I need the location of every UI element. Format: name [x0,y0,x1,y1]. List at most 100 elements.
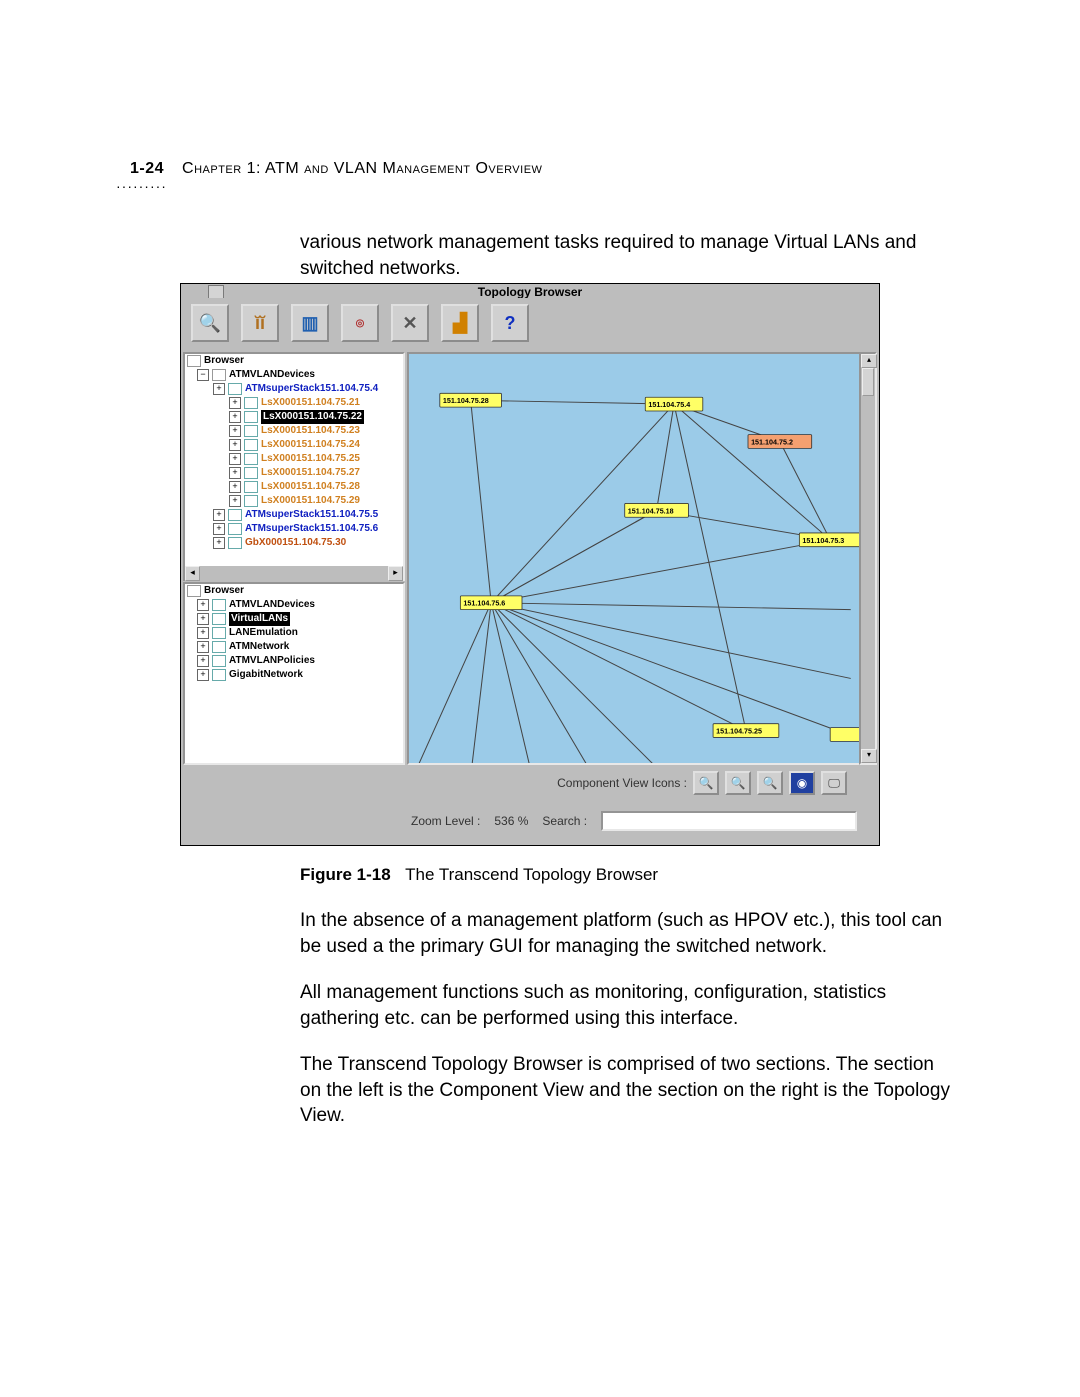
expand-icon[interactable]: + [229,425,241,437]
map-v-scrollbar[interactable]: ▴ ▾ [859,352,877,765]
folder-icon [212,599,226,611]
monitor-button[interactable]: 🖵 [821,771,847,795]
device-icon [228,383,242,395]
tree-item[interactable]: +ATMsuperStack151.104.75.6 [185,522,403,536]
tree-group[interactable]: −ATMVLANDevices [185,368,403,382]
tree-item[interactable]: +LsX000151.104.75.23 [185,424,403,438]
expand-icon[interactable]: + [229,481,241,493]
tree-item[interactable]: +ATMsuperStack151.104.75.4 [185,382,403,396]
tree-item[interactable]: +GigabitNetwork [185,668,403,682]
window-title: Topology Browser [181,284,879,299]
intro-paragraph: various network management tasks require… [300,230,960,281]
tree-item[interactable]: +ATMNetwork [185,640,403,654]
collapse-icon[interactable]: − [197,369,209,381]
expand-icon[interactable]: + [197,613,209,625]
expand-icon[interactable]: + [229,453,241,465]
tree-root[interactable]: Browser [185,584,403,598]
tree-item[interactable]: +ATMsuperStack151.104.75.5 [185,508,403,522]
tree-item[interactable]: +GbX000151.104.75.30 [185,536,403,550]
zoom-search-row: Zoom Level : 536 % Search : [411,811,857,831]
disc-icon: ◎ [356,318,365,329]
expand-icon[interactable]: + [213,509,225,521]
stats-button[interactable]: ▥ [291,304,329,342]
tree-item[interactable]: +LsX000151.104.75.25 [185,452,403,466]
scroll-thumb[interactable] [862,368,874,396]
topology-map[interactable]: 151.104.75.28151.104.75.4151.104.75.2151… [407,352,863,765]
svg-text:151.104.75.18: 151.104.75.18 [628,508,674,515]
zoom-in-button[interactable]: 🔍 [693,771,719,795]
tree-item[interactable]: +VirtualLANs [185,612,403,626]
zoom-value: 536 % [494,814,528,828]
tree-item[interactable]: +LsX000151.104.75.24 [185,438,403,452]
tree-item[interactable]: +ATMVLANDevices [185,598,403,612]
expand-icon[interactable]: + [229,411,241,423]
tree-item[interactable]: +LsX000151.104.75.27 [185,466,403,480]
topology-view-panel: 151.104.75.28151.104.75.4151.104.75.2151… [407,352,877,765]
tree-item[interactable]: +LsX000151.104.75.29 [185,494,403,508]
expand-icon[interactable]: + [197,641,209,653]
device-icon [244,411,258,423]
globe-icon: ◉ [797,776,807,790]
tree-item[interactable]: +ATMVLANPolicies [185,654,403,668]
delete-button[interactable]: ✕ [391,304,429,342]
magnifier-minus-icon: 🔍 [731,776,746,790]
expand-icon[interactable]: + [197,627,209,639]
tree-item[interactable]: +LANEmulation [185,626,403,640]
folder-icon [212,655,226,667]
search-input[interactable] [601,811,857,831]
expand-icon[interactable]: + [213,523,225,535]
device-tree[interactable]: Browser−ATMVLANDevices+ATMsuperStack151.… [183,352,405,570]
expand-icon[interactable]: + [213,383,225,395]
category-tree[interactable]: Browser+ATMVLANDevices+VirtualLANs+LANEm… [183,582,405,765]
folder-icon [212,627,226,639]
device-icon [244,467,258,479]
device-icon [228,509,242,521]
page-header: 1-24 Chapter 1: ATM and VLAN Management … [130,160,960,178]
find-button[interactable]: ĭĭ [241,304,279,342]
search-label: Search : [542,814,587,828]
expand-icon[interactable]: + [197,655,209,667]
window-close-button[interactable] [208,285,224,299]
scroll-up-icon[interactable]: ▴ [861,354,877,368]
tree-h-scrollbar[interactable]: ◂ ▸ [183,566,405,581]
svg-text:151.104.75.4: 151.104.75.4 [648,402,690,409]
expand-icon[interactable]: + [197,669,209,681]
monitor-icon: 🖵 [828,776,840,791]
scroll-down-icon[interactable]: ▾ [861,749,877,763]
zoom-fit-button[interactable]: 🔍 [757,771,783,795]
tree-item[interactable]: +LsX000151.104.75.28 [185,480,403,494]
zoom-label: Zoom Level : [411,814,480,828]
delete-icon: ✕ [402,313,417,334]
device-icon [244,453,258,465]
magnifier-fit-icon: 🔍 [763,776,778,790]
lan-icon: ▟ [453,313,467,334]
figure-label: Figure 1-18 [300,865,391,884]
expand-icon[interactable]: + [229,467,241,479]
expand-icon[interactable]: + [229,397,241,409]
scroll-right-icon[interactable]: ▸ [388,566,403,581]
expand-icon[interactable]: + [229,439,241,451]
scroll-left-icon[interactable]: ◂ [185,566,200,581]
lan-button[interactable]: ▟ [441,304,479,342]
expand-icon[interactable]: + [197,599,209,611]
header-dots-icon: ········· [116,178,167,194]
tree-item[interactable]: +LsX000151.104.75.22 [185,410,403,424]
discover-button[interactable]: ◎ [341,304,379,342]
help-button[interactable]: ? [491,304,529,342]
svg-text:151.104.75.2: 151.104.75.2 [751,440,793,447]
tree-item[interactable]: +LsX000151.104.75.21 [185,396,403,410]
zoom-out-button[interactable]: 🔍 [725,771,751,795]
topology-browser-window: Topology Browser 🔍 ĭĭ ▥ ◎ ✕ ▟ ? Browser−… [180,283,880,846]
component-icons-row: Component View Icons : 🔍 🔍 🔍 ◉ 🖵 [557,771,847,795]
expand-icon[interactable]: + [213,537,225,549]
tree-root[interactable]: Browser [185,354,403,368]
device-icon [244,439,258,451]
folder-icon [212,369,226,381]
binoculars-icon: ĭĭ [255,313,265,334]
device-icon [244,495,258,507]
expand-icon[interactable]: + [229,495,241,507]
globe-button[interactable]: ◉ [789,771,815,795]
search-button[interactable]: 🔍 [191,304,229,342]
svg-text:151.104.75.6: 151.104.75.6 [463,601,505,608]
help-icon: ? [505,313,516,334]
